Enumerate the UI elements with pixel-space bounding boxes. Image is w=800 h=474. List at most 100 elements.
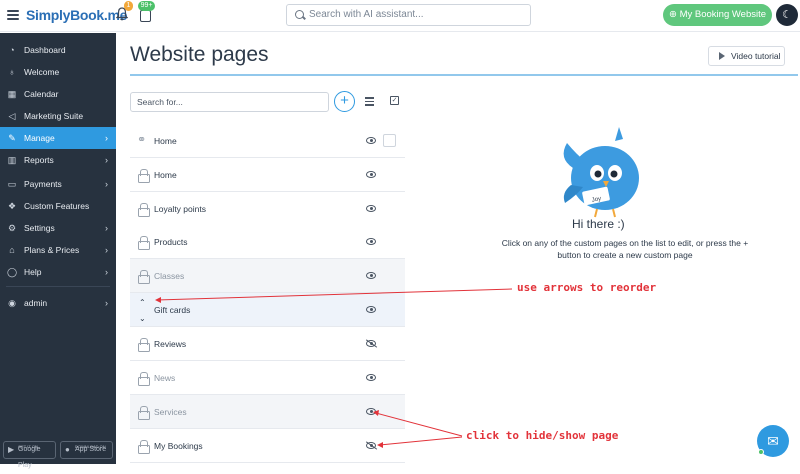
chevron-right-icon: ›	[105, 223, 108, 233]
eye-off-icon[interactable]	[366, 442, 376, 449]
greeting-text: Hi there :)	[572, 217, 625, 231]
eye-icon[interactable]	[366, 137, 376, 144]
chevron-right-icon: ›	[105, 179, 108, 189]
sidebar: ◔ Dashboard ♁ Welcome ▦ Calendar ◁ Marketing…	[0, 33, 116, 464]
sidebar-divider	[6, 286, 110, 287]
video-tutorial-button[interactable]: Video tutorial	[708, 46, 785, 66]
sidebar-item-label: Plans & Prices	[24, 245, 80, 255]
plus-icon: +	[340, 92, 349, 109]
sidebar-item-settings[interactable]: ⚙ Settings ›	[0, 217, 116, 239]
sidebar-item-label: Help	[24, 267, 42, 277]
hide-show-annotation: click to hide/show page	[466, 429, 619, 442]
sidebar-item-label: Reports	[24, 155, 54, 165]
eye-icon[interactable]	[366, 408, 376, 415]
ai-search-input[interactable]: Search with AI assistant...	[286, 4, 531, 26]
sidebar-item-admin[interactable]: ◉ admin ›	[0, 292, 116, 314]
list-item[interactable]: Reviews	[130, 327, 405, 361]
sidebar-item-welcome[interactable]: ♁ Welcome	[0, 61, 116, 83]
logo[interactable]: SimplyBook.me	[26, 7, 127, 23]
list-view-icon[interactable]	[365, 97, 374, 106]
list-item[interactable]: News	[130, 361, 405, 395]
chat-icon: ✉	[767, 433, 779, 449]
lock-icon	[138, 169, 150, 183]
tasks-icon[interactable]	[140, 10, 151, 22]
sidebar-item-marketing-suite[interactable]: ◁ Marketing Suite	[0, 105, 116, 127]
list-item[interactable]: ⚭ Home	[130, 124, 405, 158]
sidebar-item-reports[interactable]: ▥ Reports ›	[0, 149, 116, 171]
ai-search-placeholder: Search with AI assistant...	[309, 9, 424, 20]
notifications-badge: 1	[124, 1, 133, 11]
lock-icon	[138, 338, 150, 352]
sidebar-item-label: Marketing Suite	[24, 111, 84, 121]
eye-icon[interactable]	[366, 238, 376, 245]
sidebar-item-label: Custom Features	[24, 201, 90, 211]
chevron-right-icon: ›	[105, 155, 108, 165]
sidebar-item-plans-prices[interactable]: ⌂ Plans & Prices ›	[0, 239, 116, 261]
online-status-dot	[758, 449, 764, 455]
sidebar-item-label: Calendar	[24, 89, 59, 99]
move-up-icon[interactable]: ⌃	[139, 299, 146, 307]
lock-icon	[138, 406, 150, 420]
list-item[interactable]: Home	[130, 158, 405, 192]
sidebar-item-dashboard[interactable]: ◔ Dashboard	[0, 39, 116, 61]
list-item[interactable]: Products	[130, 225, 405, 259]
tag-icon: ⌂	[9, 245, 15, 255]
chevron-right-icon: ›	[105, 245, 108, 255]
list-item[interactable]: ⌃ ⌄ Gift cards	[130, 293, 405, 327]
list-item[interactable]: Classes	[130, 259, 405, 293]
moon-icon: ☾	[782, 9, 792, 21]
eye-off-icon[interactable]	[366, 340, 376, 347]
chevron-right-icon: ›	[105, 298, 108, 308]
eye-icon[interactable]	[366, 374, 376, 381]
eye-icon[interactable]	[366, 205, 376, 212]
sidebar-item-help[interactable]: ◯ Help ›	[0, 261, 116, 283]
booking-button-label: My Booking Website	[679, 9, 767, 20]
menu-icon[interactable]	[7, 10, 19, 20]
pencil-icon: ✎	[8, 133, 16, 143]
page-search-input[interactable]: Search for...	[130, 92, 329, 112]
dark-mode-toggle[interactable]: ☾	[776, 4, 798, 26]
bird-mascot-icon: Joy	[563, 127, 639, 218]
sidebar-item-calendar[interactable]: ▦ Calendar	[0, 83, 116, 105]
list-item[interactable]: Loyalty points	[130, 192, 405, 226]
sidebar-item-manage[interactable]: ✎ Manage ›	[0, 127, 116, 149]
chat-icon: ◯	[7, 267, 18, 277]
user-icon: ◉	[8, 298, 16, 308]
video-button-label: Video tutorial	[731, 51, 781, 61]
chart-icon: ▥	[7, 155, 17, 165]
megaphone-icon: ◁	[8, 111, 16, 121]
list-item[interactable]: Services	[130, 395, 405, 429]
row-checkbox[interactable]	[383, 134, 396, 147]
search-icon	[295, 10, 304, 19]
empty-state-hint: Click on any of the custom pages on the …	[501, 238, 749, 260]
reorder-annotation: use arrows to reorder	[517, 281, 657, 294]
title-divider	[130, 74, 798, 76]
sidebar-item-payments[interactable]: ▭ Payments ›	[0, 173, 116, 195]
sidebar-item-label: Payments	[24, 179, 62, 189]
chevron-right-icon: ›	[105, 133, 108, 143]
eye-icon[interactable]	[366, 306, 376, 313]
play-icon: ▶	[8, 445, 15, 454]
select-all-icon[interactable]: ✓	[390, 96, 399, 105]
sidebar-user-label: admin	[24, 298, 48, 308]
link-icon: ⚭	[137, 134, 147, 146]
sidebar-item-custom-features[interactable]: ❖ Custom Features	[0, 195, 116, 217]
apple-icon: ●	[65, 445, 70, 454]
globe-icon: ⊕	[668, 9, 680, 20]
add-page-button[interactable]: +	[334, 91, 355, 112]
gear-icon: ⚙	[7, 223, 17, 233]
lock-icon	[138, 270, 150, 284]
play-icon	[719, 52, 725, 60]
list-item[interactable]: My Bookings	[130, 429, 405, 463]
eye-icon[interactable]	[366, 272, 376, 279]
sidebar-item-label: Settings	[24, 223, 55, 233]
sidebar-item-label: Manage	[24, 133, 55, 143]
my-booking-website-button[interactable]: ⊕ My Booking Website	[663, 4, 772, 26]
move-down-icon[interactable]: ⌄	[139, 315, 146, 323]
page-title: Website pages	[130, 43, 269, 66]
app-store-badge[interactable]: ● DOWNLOAD ON App Store	[60, 441, 113, 459]
lock-icon	[138, 440, 150, 454]
eye-icon[interactable]	[366, 171, 376, 178]
bulb-icon: ♁	[8, 67, 16, 77]
google-play-badge[interactable]: ▶ GET IT ON Google Play	[3, 441, 56, 469]
